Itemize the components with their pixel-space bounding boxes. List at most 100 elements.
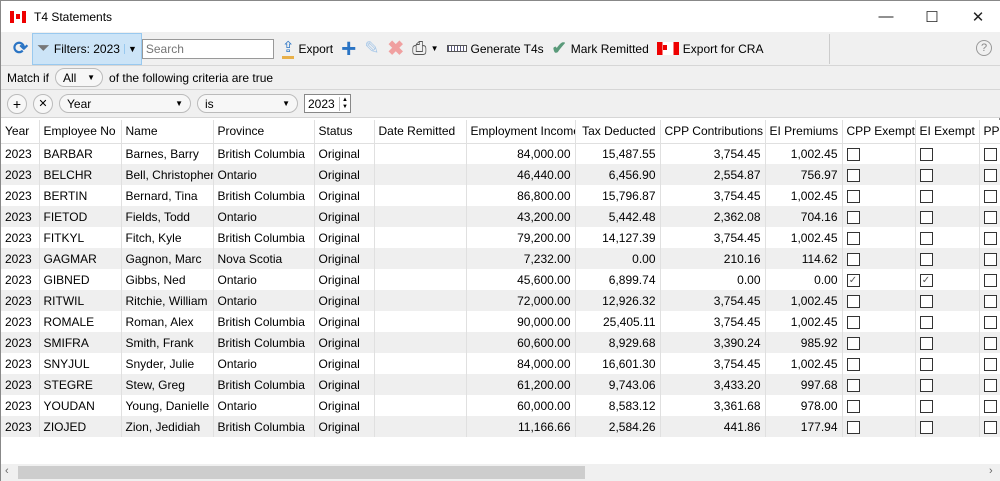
table-row[interactable]: 2023 YOUDAN Young, Danielle Ontario Original… xyxy=(1,395,1000,416)
close-button[interactable]: ✕ xyxy=(955,1,1000,32)
column-header[interactable]: Year xyxy=(1,120,40,144)
maximize-button[interactable]: ☐ xyxy=(909,1,955,32)
checkbox[interactable] xyxy=(919,420,933,434)
table-row[interactable]: 2023 GIBNED Gibbs, Ned Ontario Original 45,60… xyxy=(1,269,1000,290)
spinner-arrows-icon[interactable]: ▲ ▼ xyxy=(339,96,350,111)
table-row[interactable]: 2023 SMIFRA Smith, Frank British Columbia Or… xyxy=(1,332,1000,353)
checkbox[interactable] xyxy=(983,273,997,287)
checkbox[interactable] xyxy=(983,147,997,161)
table-row[interactable]: 2023 GAGMAR Gagnon, Marc Nova Scotia Origina… xyxy=(1,248,1000,269)
checkbox[interactable] xyxy=(983,420,997,434)
delete-button[interactable]: ✖ xyxy=(383,34,408,64)
checkbox-cell xyxy=(979,374,1000,395)
table-row[interactable]: 2023 BELCHR Bell, Christopher Ontario Origin… xyxy=(1,164,1000,185)
column-header[interactable]: Tax Deducted xyxy=(575,120,661,144)
help-icon[interactable]: ? xyxy=(976,40,992,56)
checkbox[interactable] xyxy=(919,252,933,266)
column-header[interactable]: EI Premiums xyxy=(765,120,843,144)
column-header[interactable]: Status xyxy=(314,120,375,144)
scroll-left-icon[interactable]: ‹ xyxy=(5,465,9,477)
checkbox[interactable] xyxy=(919,147,933,161)
checkbox[interactable] xyxy=(983,399,997,413)
refresh-button[interactable]: ⟳ xyxy=(9,34,32,64)
checkbox[interactable] xyxy=(919,357,933,371)
checkbox[interactable] xyxy=(846,189,860,203)
checkbox[interactable] xyxy=(919,231,933,245)
generate-t4s-button[interactable]: Generate T4s xyxy=(443,34,548,64)
checkbox[interactable] xyxy=(983,168,997,182)
checkbox[interactable] xyxy=(919,189,933,203)
checkbox[interactable] xyxy=(846,210,860,224)
table-row[interactable]: 2023 ZIOJED Zion, Jedidiah British Columbia… xyxy=(1,416,1000,437)
table-row[interactable]: 2023 BERTIN Bernard, Tina British Columbia O… xyxy=(1,185,1000,206)
checkbox[interactable] xyxy=(983,357,997,371)
column-header[interactable]: PPI xyxy=(979,120,1000,144)
scrollbar-thumb[interactable] xyxy=(18,466,585,479)
add-criteria-button[interactable]: + xyxy=(7,93,27,114)
filters-button[interactable]: ⏷ Filters: 2023 ▼ xyxy=(32,32,142,65)
column-header[interactable]: CPP Contributions xyxy=(660,120,766,144)
column-header[interactable]: Employment Income xyxy=(466,120,576,144)
add-button[interactable]: + xyxy=(337,33,360,64)
checkbox[interactable] xyxy=(846,294,860,308)
edit-button[interactable]: ✎ xyxy=(360,34,383,64)
search-input[interactable] xyxy=(141,38,274,59)
checkbox[interactable] xyxy=(983,336,997,350)
checkbox[interactable] xyxy=(983,294,997,308)
table-cell: 2023 xyxy=(1,374,40,395)
minimize-button[interactable]: — xyxy=(863,1,909,32)
table-row[interactable]: 2023 FITKYL Fitch, Kyle British Columbia Ori… xyxy=(1,227,1000,248)
column-header[interactable]: Name xyxy=(121,120,214,144)
checkbox[interactable] xyxy=(983,252,997,266)
checkbox[interactable] xyxy=(846,147,860,161)
checkbox[interactable] xyxy=(846,336,860,350)
checkbox[interactable] xyxy=(983,315,997,329)
table-row[interactable]: 2023 RITWIL Ritchie, William Ontario Origina… xyxy=(1,290,1000,311)
horizontal-scrollbar[interactable]: ‹ › xyxy=(1,464,1000,481)
operator-select[interactable]: is ▼ xyxy=(197,94,298,113)
remove-criteria-button[interactable]: ✕ xyxy=(33,93,53,114)
checkbox[interactable] xyxy=(846,315,860,329)
year-stepper[interactable]: 2023 ▲ ▼ xyxy=(304,94,351,113)
field-select[interactable]: Year ▼ xyxy=(59,94,191,113)
table-row[interactable]: 2023 SNYJUL Snyder, Julie Ontario Original 84… xyxy=(1,353,1000,374)
checkbox[interactable] xyxy=(919,168,933,182)
column-header[interactable]: Employee No xyxy=(39,120,122,144)
checkbox[interactable] xyxy=(919,315,933,329)
checkbox[interactable]: ✓ xyxy=(846,273,860,287)
checkbox[interactable] xyxy=(846,231,860,245)
checkbox[interactable] xyxy=(846,378,860,392)
checkbox-cell xyxy=(979,143,1000,164)
checkbox[interactable]: ✓ xyxy=(919,273,933,287)
scroll-right-icon[interactable]: › xyxy=(989,465,993,477)
checkbox[interactable] xyxy=(983,189,997,203)
checkbox[interactable] xyxy=(919,378,933,392)
table-row[interactable]: 2023 ROMALE Roman, Alex British Columbia Ori… xyxy=(1,311,1000,332)
checkbox[interactable] xyxy=(846,399,860,413)
export-cra-button[interactable]: Export for CRA xyxy=(653,34,768,64)
checkbox[interactable] xyxy=(919,294,933,308)
checkbox[interactable] xyxy=(846,252,860,266)
table-cell: GAGMAR xyxy=(39,248,122,269)
export-button[interactable]: ⇪ Export xyxy=(278,34,337,64)
checkbox[interactable] xyxy=(919,336,933,350)
table-row[interactable]: 2023 BARBAR Barnes, Barry British Columbia O… xyxy=(1,143,1000,164)
table-row[interactable]: 2023 FIETOD Fields, Todd Ontario Original 43,… xyxy=(1,206,1000,227)
mark-remitted-button[interactable]: ✔ Mark Remitted xyxy=(548,34,653,64)
checkbox[interactable] xyxy=(846,168,860,182)
checkbox[interactable] xyxy=(919,399,933,413)
column-header[interactable]: EI Exempt xyxy=(915,120,980,144)
column-header[interactable]: Province xyxy=(213,120,315,144)
column-header[interactable]: Date Remitted xyxy=(374,120,467,144)
checkbox[interactable] xyxy=(983,210,997,224)
table-row[interactable]: 2023 STEGRE Stew, Greg British Columbia Orig… xyxy=(1,374,1000,395)
match-select[interactable]: All ▼ xyxy=(55,68,104,87)
checkbox[interactable] xyxy=(846,357,860,371)
checkbox[interactable] xyxy=(919,210,933,224)
chevron-down-icon[interactable]: ▼ xyxy=(123,43,137,54)
print-button[interactable]: ⎙ ▼ xyxy=(408,34,442,64)
column-header[interactable]: CPP Exempt xyxy=(842,120,916,144)
checkbox[interactable] xyxy=(846,420,860,434)
checkbox[interactable] xyxy=(983,231,997,245)
checkbox[interactable] xyxy=(983,378,997,392)
